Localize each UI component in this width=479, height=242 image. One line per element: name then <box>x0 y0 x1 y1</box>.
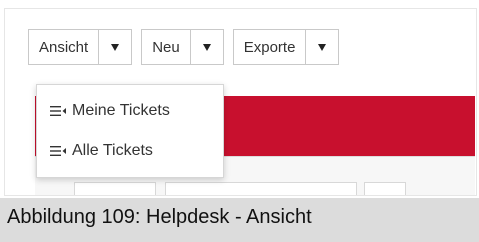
view-button[interactable]: Ansicht <box>29 30 98 64</box>
filter-field[interactable] <box>364 182 406 195</box>
filter-field[interactable] <box>74 182 156 195</box>
export-button[interactable]: Exporte <box>234 30 306 64</box>
new-button[interactable]: Neu <box>142 30 190 64</box>
figure-caption-bar: Abbildung 109: Helpdesk - Ansicht <box>0 198 479 242</box>
new-dropdown-toggle[interactable] <box>189 30 223 64</box>
filter-field[interactable] <box>165 182 357 195</box>
list-icon <box>50 105 72 117</box>
caret-down-icon <box>318 43 327 51</box>
figure-caption: Abbildung 109: Helpdesk - Ansicht <box>7 206 312 228</box>
export-dropdown-toggle[interactable] <box>305 30 338 64</box>
list-icon <box>50 145 72 157</box>
caret-down-icon <box>202 43 211 51</box>
toolbar: Ansicht Neu Exporte <box>28 29 348 65</box>
menu-item-alle-tickets[interactable]: Alle Tickets <box>37 135 223 167</box>
new-button-group: Neu <box>141 29 224 65</box>
menu-item-label: Meine Tickets <box>72 102 170 119</box>
menu-item-meine-tickets[interactable]: Meine Tickets <box>37 95 223 127</box>
view-dropdown-toggle[interactable] <box>98 30 131 64</box>
caret-down-icon <box>111 43 120 51</box>
view-dropdown-menu: Meine Tickets Alle Tickets <box>36 84 224 178</box>
menu-item-label: Alle Tickets <box>72 142 153 159</box>
view-button-group: Ansicht <box>28 29 133 65</box>
export-button-group: Exporte <box>232 29 340 65</box>
